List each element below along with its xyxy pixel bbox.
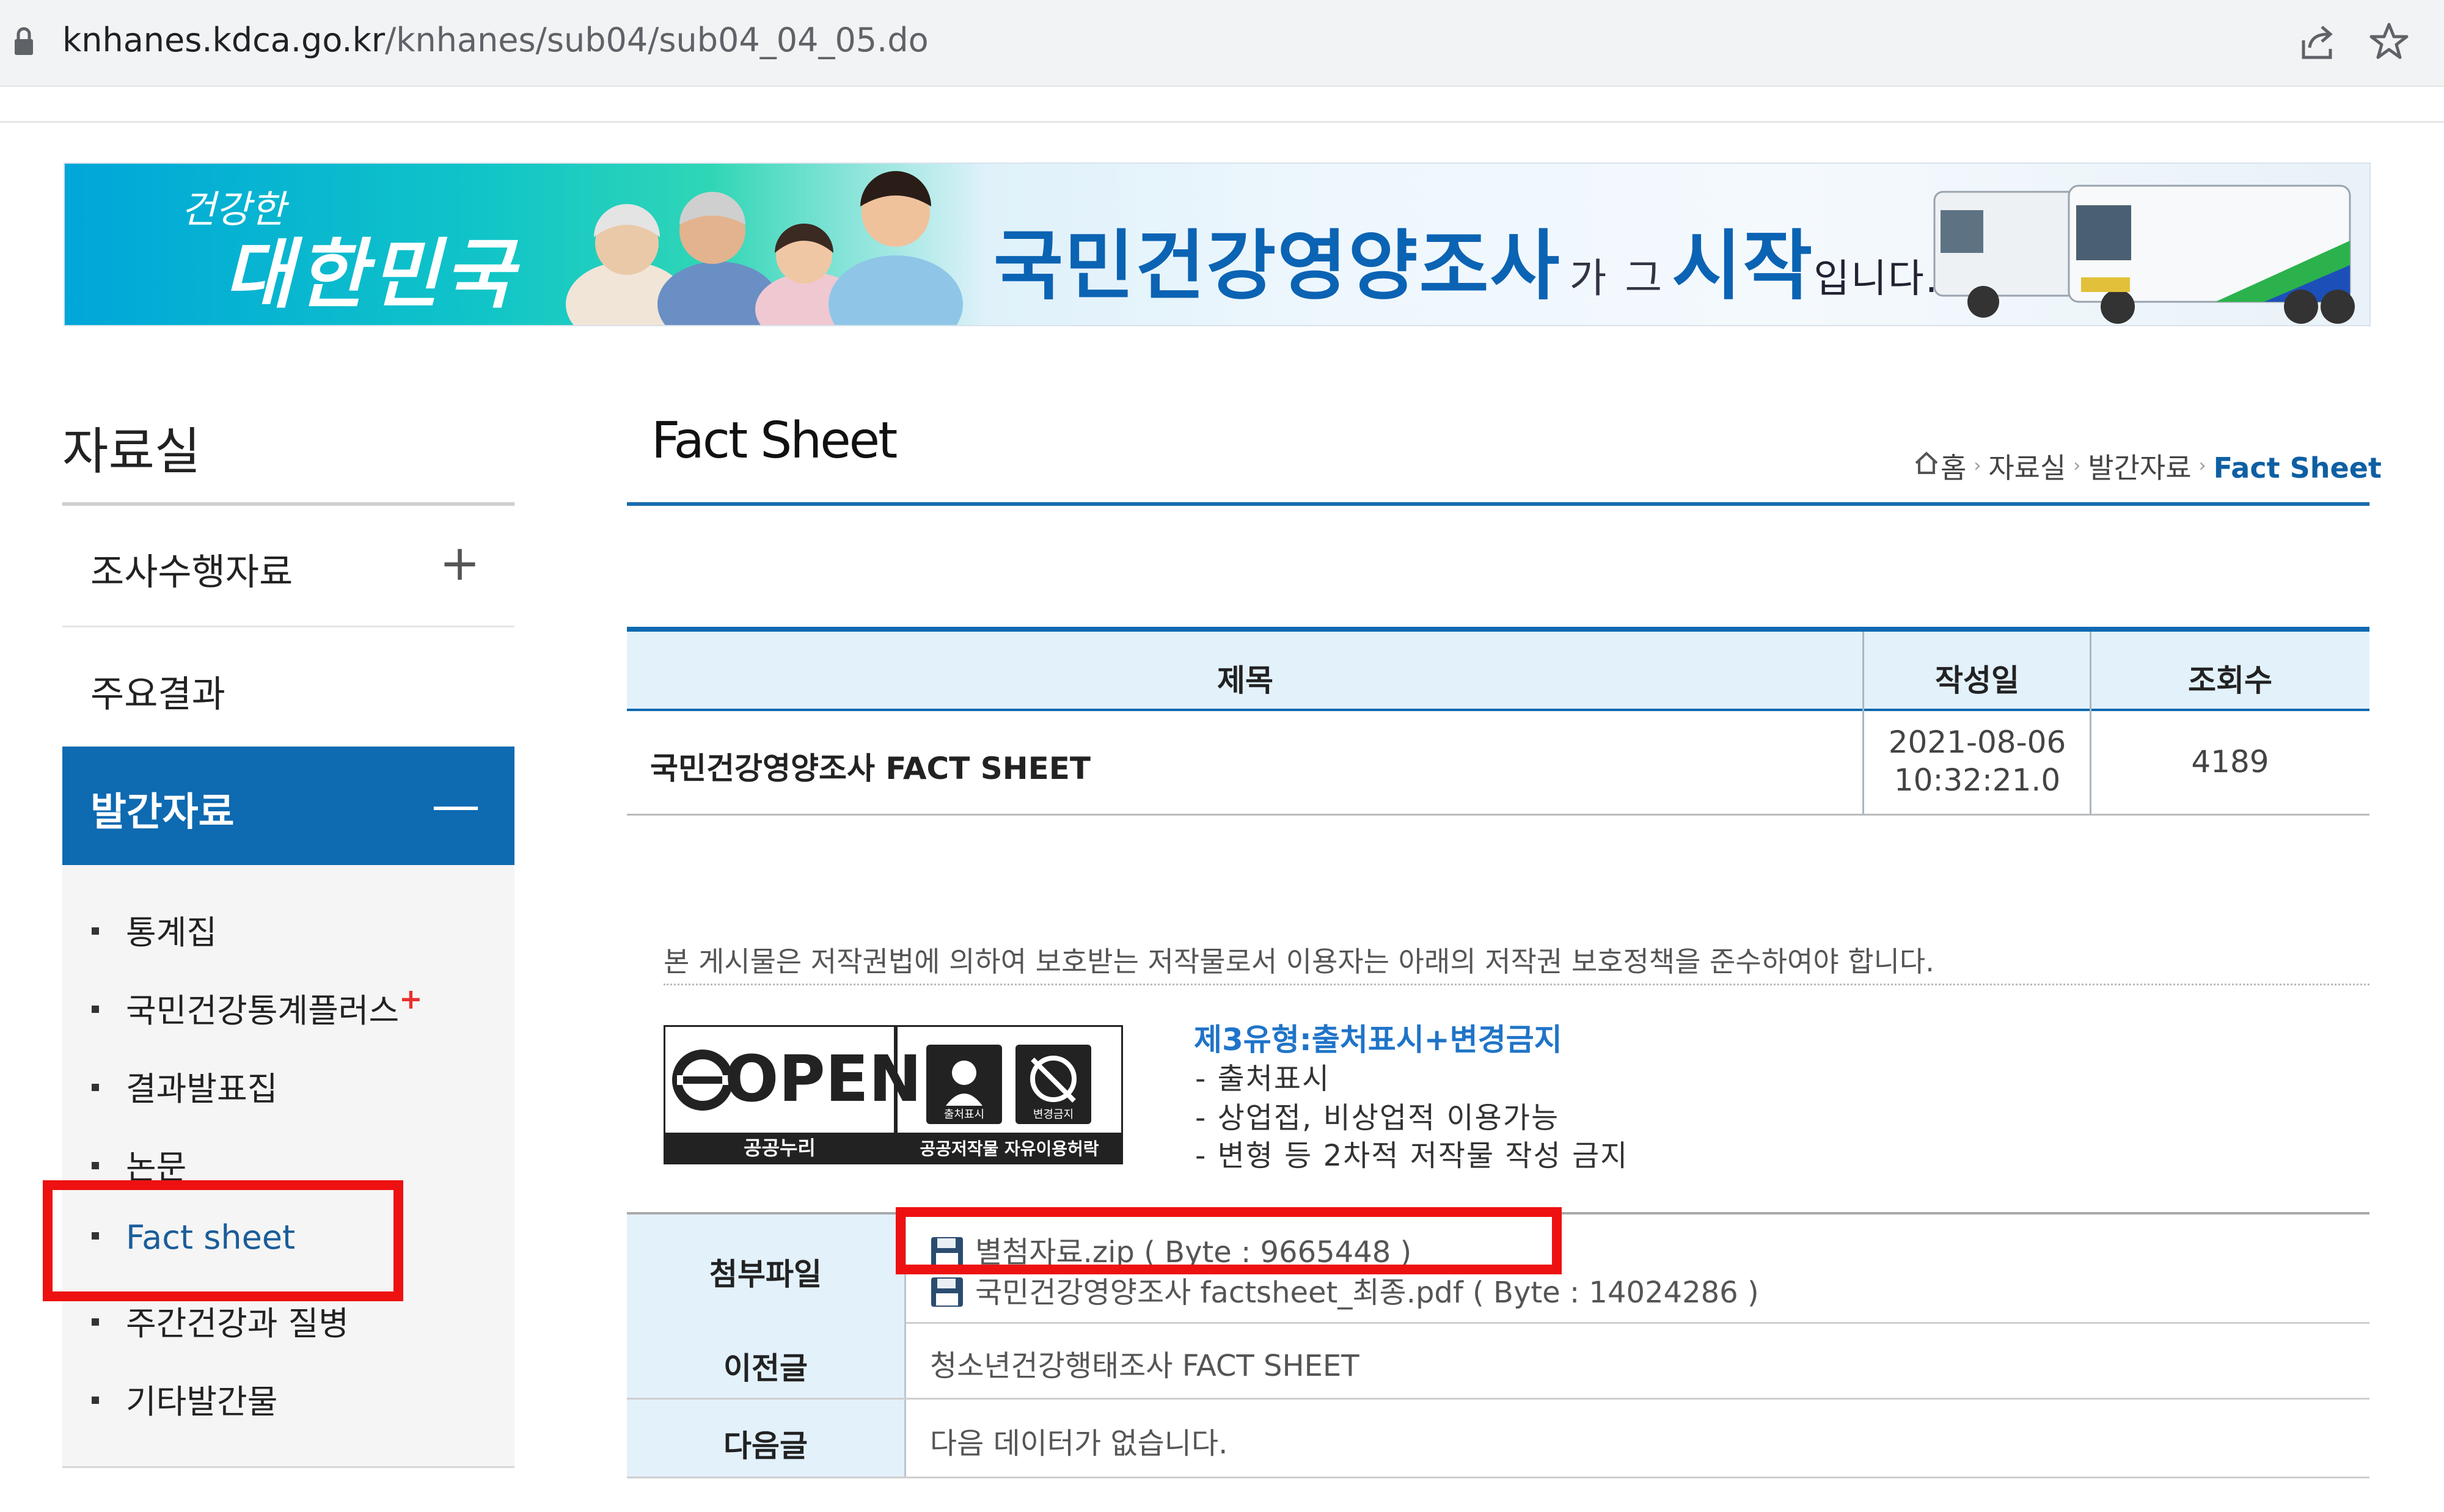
bullet bbox=[92, 1397, 99, 1404]
submenu-item-label: 통계집 bbox=[126, 913, 218, 952]
url-text[interactable]: knhanes.kdca.go.kr/knhanes/sub04/sub04_0… bbox=[62, 21, 929, 59]
post-date-line1: 2021-08-06 bbox=[1888, 725, 2066, 760]
table-top-border bbox=[627, 627, 2369, 632]
highlight-box-fact-sheet bbox=[43, 1180, 403, 1301]
page-title: Fact Sheet bbox=[651, 412, 898, 470]
attachment-link-pdf[interactable]: 국민건강영양조사 factsheet_최종.pdf ( Byte : 14024… bbox=[930, 1268, 1759, 1311]
kogl-license-logo[interactable]: OPEN 출처표시 변경금지 공공누리 공공저작물 자유이용허락 bbox=[664, 1025, 1123, 1164]
attachments-header: 첨부파일 bbox=[627, 1214, 906, 1322]
url-path: /knhanes/sub04/sub04_04_05.do bbox=[385, 21, 929, 59]
sidebar-item-main-results[interactable]: 주요결과 bbox=[62, 627, 514, 747]
url-host: knhanes.kdca.go.kr bbox=[62, 21, 386, 59]
table-header-row: 제목 작성일 조회수 bbox=[627, 632, 2369, 711]
next-post-label: 다음글 bbox=[723, 1428, 808, 1464]
submenu-item-label: 결과발표집 bbox=[126, 1070, 278, 1108]
license-title: 제3유형:출처표시+변경금지 bbox=[1194, 1022, 1562, 1057]
mobile-clinic-trucks-image bbox=[1933, 184, 2355, 324]
notice-dotted-divider bbox=[664, 984, 2369, 985]
breadcrumb-separator: › bbox=[1974, 455, 1981, 477]
header-divider bbox=[0, 121, 2444, 123]
bullet bbox=[92, 1084, 99, 1092]
previous-post-label: 이전글 bbox=[723, 1351, 808, 1386]
breadcrumb: 홈 › 자료실 › 발간자료 › Fact Sheet bbox=[1911, 446, 2382, 486]
previous-post-link[interactable]: 청소년건강행태조사 FACT SHEET bbox=[930, 1342, 1359, 1384]
top-banner[interactable]: 건강한 대한민국 국민건강영양조사 가 그 시작입니다. bbox=[64, 163, 2371, 326]
collapse-minus-icon[interactable]: — bbox=[431, 781, 480, 830]
submenu-item-label: 국민건강통계플러스 bbox=[126, 992, 400, 1030]
logo-caption-left: 공공누리 bbox=[744, 1136, 816, 1160]
post-date-line2: 10:32:21.0 bbox=[1893, 762, 2061, 798]
logo-badge-no-derivatives: 변경금지 bbox=[1033, 1108, 1074, 1121]
highlight-box-zip-attachment bbox=[896, 1207, 1562, 1274]
previous-post-header: 이전글 bbox=[627, 1322, 906, 1398]
submenu-item-label: 주간건강과 질병 bbox=[126, 1304, 349, 1343]
sidebar-item-label: 주요결과 bbox=[90, 673, 225, 716]
banner-title: 국민건강영양조사 가 그 시작입니다. bbox=[993, 204, 1939, 314]
logo-badge-attribution: 출처표시 bbox=[944, 1108, 984, 1121]
breadcrumb-separator: › bbox=[2198, 455, 2206, 477]
table-row: 국민건강영양조사 FACT SHEET 2021-08-06 10:32:21.… bbox=[627, 711, 2369, 816]
attachments-label: 첨부파일 bbox=[709, 1257, 822, 1292]
post-title: 국민건강영양조사 FACT SHEET bbox=[650, 751, 1091, 786]
breadcrumb-home[interactable]: 홈 bbox=[1941, 451, 1966, 484]
submenu-item-weekly-health[interactable]: 주간건강과 질병 bbox=[92, 1296, 349, 1345]
bullet bbox=[92, 927, 99, 935]
column-header-title: 제목 bbox=[1217, 663, 1273, 698]
submenu-item-label: 기타발간물 bbox=[126, 1382, 278, 1421]
share-icon[interactable] bbox=[2297, 22, 2338, 62]
banner-slogan-line2: 대한민국 bbox=[224, 231, 518, 319]
column-header-views: 조회수 bbox=[2188, 663, 2272, 698]
submenu-item-other-publications[interactable]: 기타발간물 bbox=[92, 1375, 277, 1423]
sidebar-item-label: 조사수행자료 bbox=[90, 551, 293, 594]
new-badge-plus-icon: + bbox=[399, 982, 423, 1015]
sidebar-item-label: 발간자료 bbox=[90, 790, 235, 835]
bullet bbox=[92, 1162, 99, 1170]
file-disk-icon bbox=[931, 1277, 963, 1307]
sidebar-title: 자료실 bbox=[62, 423, 201, 481]
sidebar-item-survey-data[interactable]: 조사수행자료 + bbox=[62, 507, 514, 627]
logo-caption-right: 공공저작물 자유이용허락 bbox=[920, 1139, 1099, 1159]
previous-post-row: 이전글 청소년건강행태조사 FACT SHEET bbox=[627, 1322, 2369, 1400]
license-item: - 출처표시 bbox=[1195, 1062, 1331, 1096]
next-post-header: 다음글 bbox=[627, 1400, 906, 1477]
bullet bbox=[92, 1318, 99, 1326]
sidebar-title-rule bbox=[62, 502, 514, 506]
next-post-row: 다음글 다음 데이터가 없습니다. bbox=[627, 1400, 2369, 1478]
submenu-item-statistics-book[interactable]: 통계집 bbox=[92, 905, 217, 954]
submenu-item-health-statistics-plus[interactable]: 국민건강통계플러스+ bbox=[92, 982, 423, 1032]
submenu-item-results-release[interactable]: 결과발표집 bbox=[92, 1062, 277, 1110]
banner-title-main: 국민건강영양조사 bbox=[993, 222, 1561, 310]
sidebar-item-publications[interactable]: 발간자료 — bbox=[62, 747, 514, 865]
breadcrumb-separator: › bbox=[2073, 455, 2081, 477]
star-icon[interactable] bbox=[2368, 21, 2410, 62]
expand-plus-icon[interactable]: + bbox=[439, 539, 480, 588]
breadcrumb-publications[interactable]: 발간자료 bbox=[2088, 451, 2191, 484]
breadcrumb-current[interactable]: Fact Sheet bbox=[2214, 451, 2382, 484]
breadcrumb-archive[interactable]: 자료실 bbox=[1988, 451, 2066, 484]
logo-open-text: OPEN bbox=[725, 1042, 922, 1116]
column-header-date: 작성일 bbox=[1935, 663, 2019, 698]
lock-icon[interactable] bbox=[13, 24, 34, 59]
banner-title-end: 입니다. bbox=[1813, 257, 1939, 302]
post-views: 4189 bbox=[2191, 744, 2269, 780]
banner-title-ga: 가 bbox=[1569, 255, 1608, 302]
license-item: - 변형 등 2차적 저작물 작성 금지 bbox=[1195, 1139, 1629, 1173]
banner-title-geu: 그 bbox=[1625, 255, 1664, 302]
bullet bbox=[92, 1006, 99, 1013]
attachment-filename: 국민건강영양조사 factsheet_최종.pdf ( Byte : 14024… bbox=[975, 1276, 1759, 1310]
copyright-notice: 본 게시물은 저작권법에 의하여 보호받는 저작물로서 이용자는 아래의 저작권… bbox=[664, 945, 1934, 978]
license-item: - 상업접, 비상업적 이용가능 bbox=[1195, 1101, 1560, 1135]
banner-title-start: 시작 bbox=[1672, 222, 1814, 310]
family-photo bbox=[566, 171, 963, 325]
title-rule bbox=[627, 502, 2369, 506]
next-post-value: 다음 데이터가 없습니다. bbox=[930, 1426, 1228, 1461]
